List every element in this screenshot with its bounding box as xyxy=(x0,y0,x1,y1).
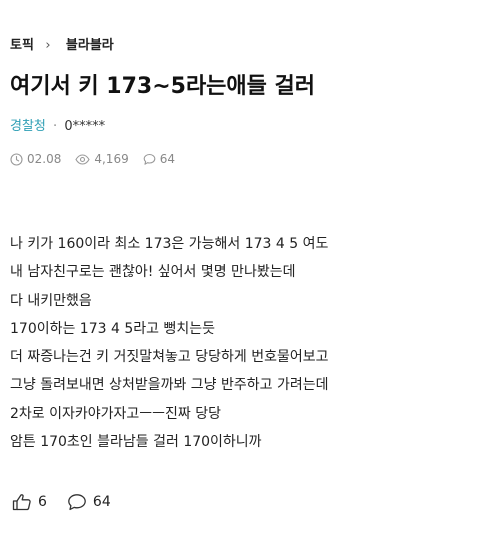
post-body: 나 키가 160이라 최소 173은 가능해서 173 4 5 여도 내 남자친… xyxy=(10,230,480,456)
post-meta: 02.08 4,169 64 xyxy=(10,149,189,169)
post-body-line: 170이하는 173 4 5라고 뻥치는듯 xyxy=(10,320,215,337)
breadcrumb-topic-link[interactable]: 토픽 xyxy=(10,36,34,56)
breadcrumb: 토픽 › 블라블라 xyxy=(10,36,114,56)
post-body-line: 2차로 이자카야가자고ㅡㅡ진짜 당당 xyxy=(10,405,222,422)
comment-count: 64 xyxy=(92,494,111,510)
breadcrumb-board-link[interactable]: 블라블라 xyxy=(66,36,114,56)
post-body-line: 내 남자친구로는 괜찮아! 싶어서 몇명 만나봤는데 xyxy=(10,264,296,281)
post-actions: 6 64 xyxy=(12,493,131,511)
post-body-line: 그냥 돌려보내면 상처받을까봐 그냥 반주하고 가려는데 xyxy=(10,377,329,394)
thumbs-up-icon xyxy=(12,494,31,511)
like-count: 6 xyxy=(38,494,47,510)
chevron-right-icon: › xyxy=(45,38,51,53)
post-body-line: 더 짜증나는건 키 거짓말쳐놓고 당당하게 번호물어보고 xyxy=(10,349,329,366)
like-button[interactable]: 6 xyxy=(12,493,47,511)
post-date: 02.08 xyxy=(10,149,61,169)
post-views-count: 4,169 xyxy=(94,152,129,166)
author-separator: · xyxy=(53,119,58,134)
author-nickname: 0***** xyxy=(64,119,106,134)
post-date-text: 02.08 xyxy=(27,152,62,166)
post-body-line: 암튼 170초인 블라남들 걸러 170이하니까 xyxy=(10,434,262,451)
post-body-line: 다 내키만했음 xyxy=(10,292,92,309)
author-company-link[interactable]: 경찰청 xyxy=(10,119,46,134)
author-info: 경찰청 · 0***** xyxy=(10,117,105,137)
post-title: 여기서 키 173~5라는애들 걸러 xyxy=(10,74,316,99)
clock-icon xyxy=(10,152,23,166)
post-comments-count: 64 xyxy=(159,152,175,166)
comment-button[interactable]: 64 xyxy=(67,493,111,511)
speech-bubble-icon xyxy=(68,494,86,511)
speech-bubble-icon xyxy=(143,153,156,165)
post-comments: 64 xyxy=(143,149,175,169)
post-views: 4,169 xyxy=(75,149,129,169)
post-body-line: 나 키가 160이라 최소 173은 가능해서 173 4 5 여도 xyxy=(10,236,329,252)
eye-icon xyxy=(75,153,90,165)
